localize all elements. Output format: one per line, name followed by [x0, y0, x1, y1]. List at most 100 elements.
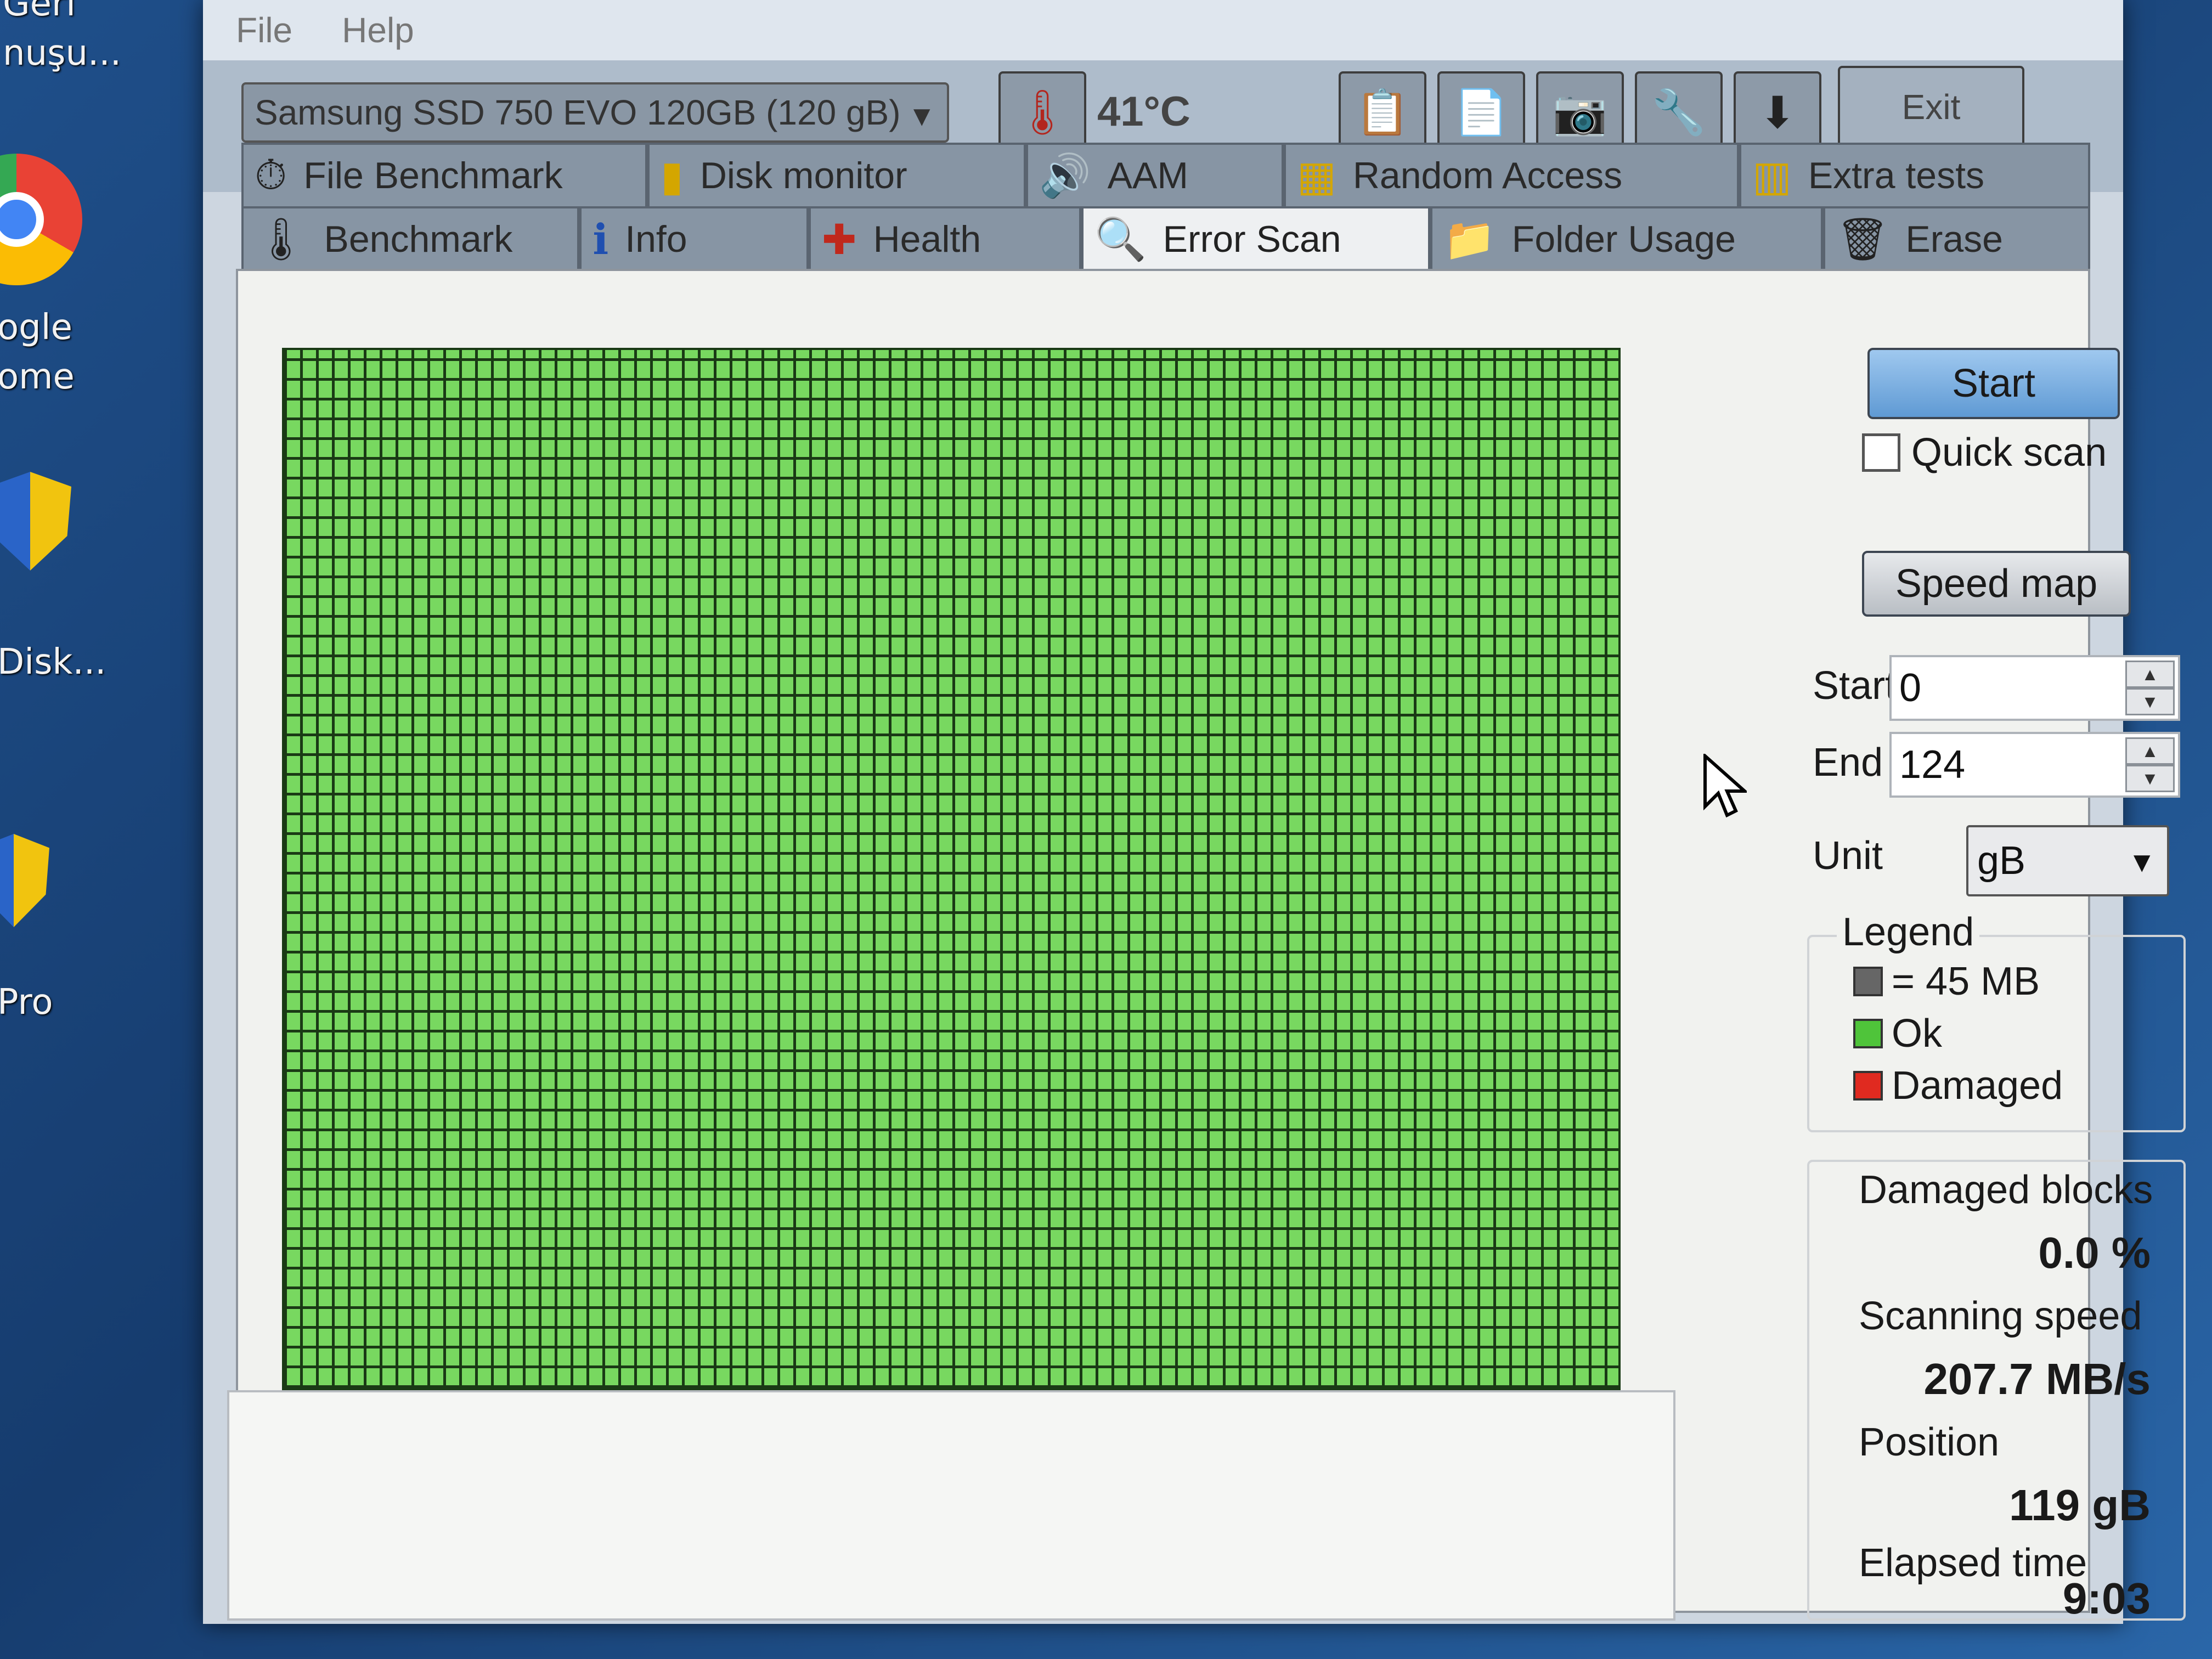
hdtune-window: File Help Samsung SSD 750 EVO 120GB (120…: [203, 0, 2186, 1624]
mouse-cursor-icon: [1703, 754, 1747, 818]
tab-aam[interactable]: 🔊 AAM: [1026, 143, 1284, 206]
speaker-icon: 🔊: [1039, 153, 1091, 199]
tab-disk-monitor[interactable]: ▮ Disk monitor: [647, 143, 1026, 206]
start-spinner[interactable]: ▲ ▼: [2125, 661, 2175, 715]
legend-ok-label: Ok: [1892, 1012, 1943, 1056]
desktop-label-geri: Geri: [3, 0, 76, 24]
clipboard-icon: 📄: [1454, 88, 1509, 137]
drive-select-value: Samsung SSD 750 EVO 120GB (120 gB): [255, 93, 901, 132]
legend-block-label: = 45 MB: [1892, 960, 2040, 1003]
tab-label: File Benchmark: [303, 155, 563, 196]
chevron-down-icon: ▼: [2128, 847, 2156, 878]
damaged-blocks-value: 0.0 %: [2038, 1228, 2151, 1277]
gray-swatch: [1853, 967, 1883, 996]
tab-label: Extra tests: [1808, 155, 1985, 196]
folder-icon: 📁: [1443, 216, 1496, 263]
end-spinner[interactable]: ▲ ▼: [2125, 737, 2175, 792]
tab-extra-tests[interactable]: ▥ Extra tests: [1739, 143, 2090, 206]
extra-tests-icon: ▥: [1752, 153, 1792, 200]
speed-map-button[interactable]: Speed map: [1862, 551, 2131, 617]
legend-damaged: Damaged: [1853, 1063, 2063, 1108]
legend-block-size: = 45 MB: [1853, 959, 2040, 1004]
spin-down-icon[interactable]: ▼: [2125, 688, 2175, 715]
tabs-row-bottom: 🌡 Benchmark ℹ Info ✚ Health 🔍 Error Scan…: [241, 206, 2090, 270]
options-button[interactable]: 🔧: [1635, 71, 1723, 154]
camera-icon: 📷: [1553, 88, 1607, 137]
chevron-down-icon: ▼: [907, 100, 936, 132]
tab-info[interactable]: ℹ Info: [579, 206, 809, 270]
desktop-label-pro: Pro: [0, 982, 53, 1023]
end-field-value: 124: [1899, 743, 1966, 787]
benchmark-icon: 🌡: [255, 216, 308, 263]
green-swatch: [1853, 1019, 1883, 1048]
start-button[interactable]: Start: [1867, 348, 2120, 419]
unit-select[interactable]: gB ▼: [1966, 825, 2169, 896]
start-field-label: Start: [1813, 664, 1897, 708]
elapsed-time-label: Elapsed time: [1859, 1541, 2087, 1585]
file-benchmark-icon: ⏱: [255, 151, 287, 199]
legend-box: Legend = 45 MB Ok Damaged: [1807, 910, 2186, 1132]
scan-log-area: [227, 1390, 1675, 1621]
tab-file-benchmark[interactable]: ⏱ File Benchmark: [241, 143, 647, 206]
scanning-speed-value: 207.7 MB/s: [1923, 1355, 2151, 1403]
bar-chart-icon: ▮: [661, 153, 684, 200]
desktop-label-google: ogle: [0, 307, 72, 348]
screenshot-button[interactable]: 📷: [1536, 71, 1624, 154]
tab-benchmark[interactable]: 🌡 Benchmark: [241, 206, 580, 270]
tab-label: Erase: [1905, 218, 2003, 260]
tab-random-access[interactable]: ▦ Random Access: [1284, 143, 1739, 206]
legend-damaged-label: Damaged: [1892, 1064, 2063, 1108]
position-value: 119 gB: [2009, 1481, 2151, 1530]
pro-shield-icon[interactable]: [0, 834, 49, 927]
unit-label: Unit: [1813, 834, 1883, 878]
scan-stats-box: Damaged blocks 0.0 % Scanning speed 207.…: [1807, 1160, 2186, 1623]
tab-label: Disk monitor: [699, 155, 907, 196]
quick-scan-option[interactable]: Quick scan: [1862, 430, 2107, 475]
temperature-readout: 41°C: [1097, 88, 1190, 135]
spin-down-icon[interactable]: ▼: [2125, 765, 2175, 792]
tab-label: Random Access: [1352, 155, 1623, 196]
copy-icon: 📋: [1355, 88, 1410, 137]
copy-info-button[interactable]: 📄: [1437, 71, 1525, 154]
drive-select[interactable]: Samsung SSD 750 EVO 120GB (120 gB) ▼: [241, 82, 949, 143]
scatter-icon: ▦: [1297, 153, 1336, 200]
copy-text-button[interactable]: 📋: [1339, 71, 1426, 154]
magnifier-icon: 🔍: [1094, 216, 1147, 263]
temperature-button[interactable]: 🌡: [998, 71, 1086, 154]
tab-label: Folder Usage: [1511, 218, 1736, 260]
quick-scan-checkbox[interactable]: [1862, 433, 1900, 472]
tab-error-scan[interactable]: 🔍 Error Scan: [1081, 206, 1431, 270]
chrome-icon[interactable]: [0, 154, 82, 285]
quick-scan-label: Quick scan: [1911, 431, 2107, 475]
desktop-label-disk: Disk...: [0, 642, 106, 682]
position-label: Position: [1859, 1420, 2000, 1464]
tab-label: Info: [625, 218, 687, 260]
menu-bar: File Help: [203, 0, 2123, 60]
disk-shield-icon[interactable]: [0, 472, 71, 571]
error-scan-panel: Start Quick scan Speed map Start 0 ▲ ▼ E…: [227, 269, 2186, 1623]
spin-up-icon[interactable]: ▲: [2125, 661, 2175, 688]
menu-file[interactable]: File: [236, 10, 292, 50]
exit-button[interactable]: Exit: [1838, 66, 2024, 148]
tab-label: Benchmark: [324, 218, 513, 260]
wrench-icon: 🔧: [1651, 88, 1706, 137]
spin-up-icon[interactable]: ▲: [2125, 737, 2175, 765]
legend-title: Legend: [1837, 910, 1980, 955]
start-field[interactable]: 0 ▲ ▼: [1889, 655, 2180, 721]
tab-folder-usage[interactable]: 📁 Folder Usage: [1430, 206, 1823, 270]
damaged-blocks-label: Damaged blocks: [1859, 1168, 2153, 1212]
tab-label: Health: [873, 218, 981, 260]
trash-icon: 🗑: [1836, 216, 1889, 263]
save-button[interactable]: ⬇: [1734, 71, 1821, 154]
tab-health[interactable]: ✚ Health: [808, 206, 1081, 270]
desktop-label-nusu: nuşu...: [3, 33, 122, 74]
arrow-down-icon: ⬇: [1759, 88, 1796, 137]
legend-ok: Ok: [1853, 1011, 1942, 1056]
red-swatch: [1853, 1071, 1883, 1101]
menu-help[interactable]: Help: [342, 10, 414, 50]
end-field[interactable]: 124 ▲ ▼: [1889, 732, 2180, 798]
tab-erase[interactable]: 🗑 Erase: [1822, 206, 2090, 270]
thermometer-icon: 🌡: [1014, 88, 1070, 137]
tabs-row-top: ⏱ File Benchmark ▮ Disk monitor 🔊 AAM ▦ …: [241, 143, 2090, 206]
start-field-value: 0: [1899, 666, 1922, 710]
